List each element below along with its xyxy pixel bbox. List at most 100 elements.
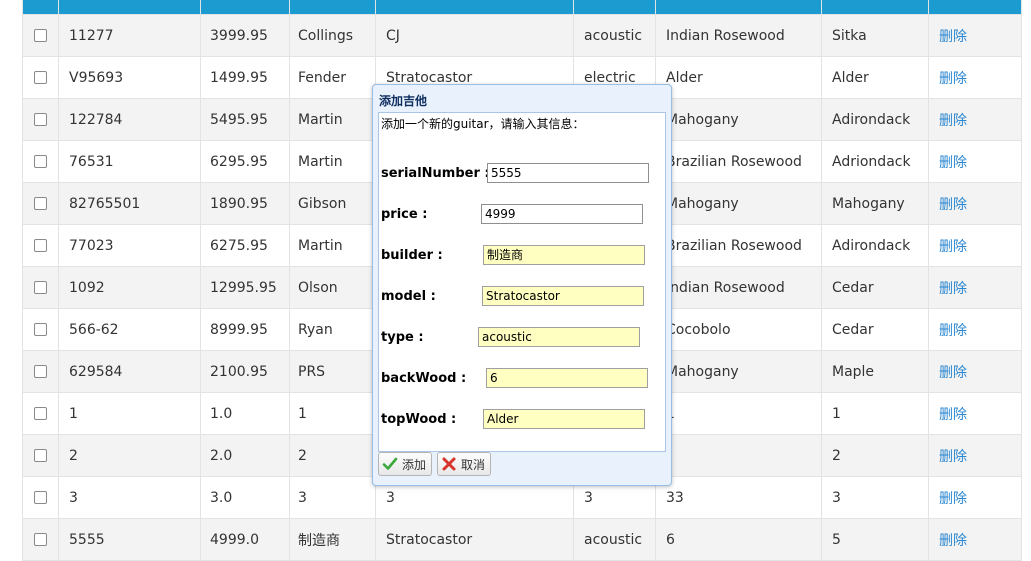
add-button[interactable]: 添加 — [378, 452, 432, 476]
row-checkbox[interactable] — [34, 155, 47, 168]
delete-cell: 删除 — [928, 14, 1022, 57]
cancel-x-icon — [442, 457, 456, 471]
cell-serial: 122784 — [58, 98, 201, 141]
cell-top: Maple — [821, 350, 929, 393]
cell-builder: Martin — [289, 140, 376, 183]
cell-builder: 制造商 — [289, 518, 376, 561]
backwood-input[interactable]: 6 — [486, 368, 648, 388]
row-select-cell — [22, 266, 59, 309]
row-select-cell — [22, 224, 59, 267]
delete-link[interactable]: 删除 — [939, 323, 967, 339]
row-checkbox[interactable] — [34, 491, 47, 504]
cell-price: 4999.0 — [200, 518, 290, 561]
cell-builder: Gibson — [289, 182, 376, 225]
type-input[interactable]: acoustic — [478, 327, 640, 347]
header-cell — [655, 0, 822, 15]
delete-cell: 删除 — [928, 266, 1022, 309]
header-cell — [289, 0, 376, 15]
row-checkbox[interactable] — [34, 407, 47, 420]
delete-link[interactable]: 删除 — [939, 239, 967, 255]
table-header-row — [22, 0, 1022, 15]
row-checkbox[interactable] — [34, 449, 47, 462]
delete-cell: 删除 — [928, 308, 1022, 351]
cell-top: Adriondack — [821, 140, 929, 183]
delete-link[interactable]: 删除 — [939, 533, 967, 549]
cell-back: Cocobolo — [655, 308, 822, 351]
row-select-cell — [22, 476, 59, 519]
row-checkbox[interactable] — [34, 323, 47, 336]
cell-price: 6275.95 — [200, 224, 290, 267]
cell-price: 1890.95 — [200, 182, 290, 225]
cell-top: Alder — [821, 56, 929, 99]
topwood-input[interactable]: Alder — [483, 409, 645, 429]
cell-price: 8999.95 — [200, 308, 290, 351]
row-checkbox[interactable] — [34, 71, 47, 84]
row-checkbox[interactable] — [34, 113, 47, 126]
row-select-cell — [22, 392, 59, 435]
model-label: model : — [381, 289, 436, 304]
model-input[interactable]: Stratocastor — [482, 286, 644, 306]
cell-serial: 629584 — [58, 350, 201, 393]
delete-link[interactable]: 删除 — [939, 491, 967, 507]
row-select-cell — [22, 350, 59, 393]
cell-builder: Olson — [289, 266, 376, 309]
delete-link[interactable]: 删除 — [939, 449, 967, 465]
delete-link[interactable]: 删除 — [939, 113, 967, 129]
table-row: 11277 3999.95 Collings CJ acoustic Indian Ros… — [22, 14, 1022, 57]
cell-type: acoustic — [573, 14, 656, 57]
row-checkbox[interactable] — [34, 533, 47, 546]
delete-link[interactable]: 删除 — [939, 197, 967, 213]
cell-serial: V95693 — [58, 56, 201, 99]
delete-cell: 删除 — [928, 56, 1022, 99]
delete-link[interactable]: 删除 — [939, 365, 967, 381]
delete-cell: 删除 — [928, 140, 1022, 183]
cell-back: Indian Rosewood — [655, 14, 822, 57]
cell-serial: 82765501 — [58, 182, 201, 225]
header-cell — [928, 0, 1022, 15]
cell-price: 6295.95 — [200, 140, 290, 183]
delete-cell: 删除 — [928, 476, 1022, 519]
cell-serial: 2 — [58, 434, 201, 477]
cell-top: Cedar — [821, 308, 929, 351]
delete-link[interactable]: 删除 — [939, 29, 967, 45]
row-select-cell — [22, 140, 59, 183]
builder-label: builder : — [381, 248, 443, 263]
cell-price: 12995.95 — [200, 266, 290, 309]
cell-serial: 76531 — [58, 140, 201, 183]
price-input[interactable]: 4999 — [481, 204, 643, 224]
dialog-title: 添加吉他 — [379, 94, 428, 108]
cell-serial: 566-62 — [58, 308, 201, 351]
header-cell — [821, 0, 929, 15]
row-checkbox[interactable] — [34, 197, 47, 210]
cell-top: Sitka — [821, 14, 929, 57]
header-cell — [22, 0, 59, 15]
cancel-button-label: 取消 — [461, 457, 486, 472]
row-checkbox[interactable] — [34, 239, 47, 252]
delete-link[interactable]: 删除 — [939, 407, 967, 423]
cancel-button[interactable]: 取消 — [437, 452, 491, 476]
delete-link[interactable]: 删除 — [939, 71, 967, 87]
cell-back: Alder — [655, 56, 822, 99]
cell-serial: 3 — [58, 476, 201, 519]
delete-link[interactable]: 删除 — [939, 281, 967, 297]
cell-price: 1.0 — [200, 392, 290, 435]
row-checkbox[interactable] — [34, 281, 47, 294]
row-checkbox[interactable] — [34, 365, 47, 378]
cell-back: Mahogany — [655, 350, 822, 393]
row-checkbox[interactable] — [34, 29, 47, 42]
cell-top: Adirondack — [821, 98, 929, 141]
builder-input[interactable]: 制造商 — [483, 245, 645, 265]
cell-builder: PRS — [289, 350, 376, 393]
delete-link[interactable]: 删除 — [939, 155, 967, 171]
header-cell — [573, 0, 656, 15]
delete-cell: 删除 — [928, 182, 1022, 225]
cell-builder: Collings — [289, 14, 376, 57]
cell-builder: 1 — [289, 392, 376, 435]
price-label: price : — [381, 207, 428, 222]
row-select-cell — [22, 14, 59, 57]
cell-model: Stratocastor — [375, 518, 574, 561]
serial-number-input[interactable]: 5555 — [487, 163, 649, 183]
row-select-cell — [22, 518, 59, 561]
cell-back: Mahogany — [655, 182, 822, 225]
row-select-cell — [22, 308, 59, 351]
